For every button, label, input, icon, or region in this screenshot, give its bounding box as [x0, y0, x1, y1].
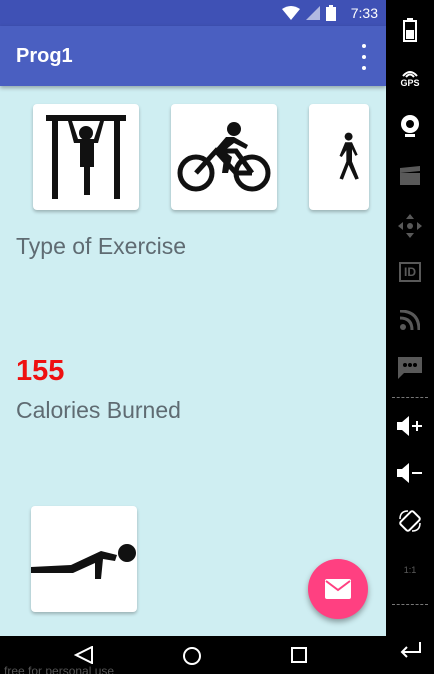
- back-icon[interactable]: [74, 646, 94, 664]
- app-bar: Prog1: [0, 26, 386, 86]
- watermark: free for personal use: [4, 664, 115, 674]
- cycling-icon: [177, 122, 271, 192]
- exercise-card-cycling[interactable]: [171, 104, 277, 210]
- envelope-icon: [325, 579, 351, 599]
- pushup-icon: [31, 544, 136, 579]
- wifi-icon: [282, 6, 300, 20]
- exercise-card-pushup[interactable]: [31, 506, 137, 612]
- exercise-card-pullup[interactable]: [33, 104, 139, 210]
- volume-up-icon[interactable]: [386, 406, 434, 446]
- panel-divider-2: [392, 604, 428, 605]
- sms-icon[interactable]: [386, 348, 434, 388]
- camera-icon[interactable]: [386, 106, 434, 146]
- calories-label: Calories Burned: [16, 397, 181, 423]
- ratio-label: 1:1: [403, 565, 417, 575]
- volume-down-icon[interactable]: [386, 453, 434, 493]
- scale-icon[interactable]: 1:1: [386, 550, 434, 590]
- status-bar: 7:33: [0, 0, 386, 26]
- rss-icon[interactable]: [386, 300, 434, 340]
- battery-control-icon[interactable]: [386, 10, 434, 50]
- clock: 7:33: [350, 5, 378, 21]
- return-icon[interactable]: [386, 630, 434, 670]
- panel-divider: [392, 397, 428, 398]
- email-fab-button[interactable]: [308, 559, 368, 619]
- video-icon[interactable]: [386, 156, 434, 196]
- calories-value: 155: [16, 355, 65, 387]
- exercise-card-walking[interactable]: [309, 104, 369, 210]
- exercise-type-label: Type of Exercise: [16, 233, 187, 259]
- pullup-icon: [46, 115, 126, 199]
- battery-icon: [326, 5, 336, 21]
- rotate-icon[interactable]: [386, 501, 434, 541]
- home-icon[interactable]: [182, 646, 202, 666]
- id-label: ID: [399, 262, 421, 282]
- recents-icon[interactable]: [290, 646, 308, 664]
- app-title: Prog1: [16, 45, 73, 67]
- dpad-icon[interactable]: [386, 206, 434, 246]
- walking-icon: [339, 132, 359, 180]
- gps-label: GPS: [400, 78, 420, 88]
- overflow-menu-icon[interactable]: [356, 44, 372, 70]
- phone-screen: 7:33 Prog1 Type of Exercise 155 Calories…: [0, 0, 386, 674]
- signal-icon: [306, 6, 320, 20]
- emulator-side-panel: GPS ID 1:1: [386, 0, 434, 674]
- gps-icon[interactable]: GPS: [386, 58, 434, 98]
- device-id-icon[interactable]: ID: [386, 252, 434, 292]
